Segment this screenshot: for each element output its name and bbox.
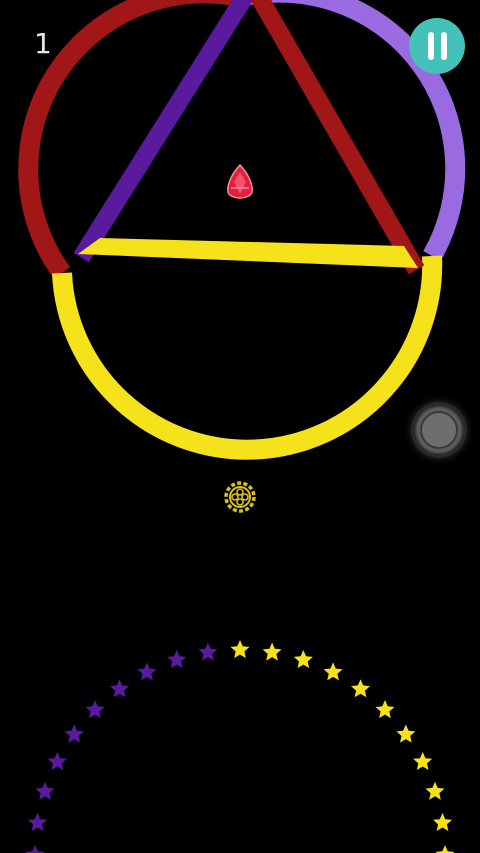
triangle-side-purple — [73, 0, 254, 263]
star-icon — [198, 642, 218, 661]
ring-segment-yellow — [52, 255, 443, 460]
star-icon — [293, 650, 313, 669]
star-icon — [435, 845, 455, 853]
star-icon — [110, 679, 129, 698]
star-icon — [230, 640, 250, 659]
triangle-side-yellow — [78, 238, 418, 268]
color-switcher-icon — [224, 481, 256, 513]
star-icon — [323, 662, 343, 681]
triangle-obstacle — [73, 0, 425, 275]
star-icon — [262, 642, 282, 661]
star-icon — [413, 751, 433, 770]
pause-icon — [427, 32, 434, 60]
float-button[interactable] — [411, 402, 467, 458]
star-icon — [396, 724, 416, 743]
star-icon — [85, 700, 105, 719]
gem-icon — [227, 163, 253, 199]
pause-button[interactable] — [409, 18, 465, 74]
star-icon — [25, 845, 45, 853]
game-screen[interactable]: 1 — [0, 0, 480, 853]
star-icon — [425, 781, 445, 800]
star-icon — [28, 812, 47, 831]
star-icon — [137, 662, 157, 681]
star-icon — [433, 812, 452, 831]
score-counter: 1 — [34, 27, 52, 60]
star-icon — [167, 650, 187, 669]
star-icon — [47, 751, 67, 770]
game-canvas — [18, 0, 466, 853]
star-icon — [351, 679, 370, 698]
star-icon — [375, 700, 395, 719]
star-ring-obstacle — [25, 640, 455, 853]
circle-icon — [420, 411, 458, 449]
star-icon — [35, 781, 55, 800]
star-icon — [64, 724, 84, 743]
pause-icon — [440, 32, 447, 60]
